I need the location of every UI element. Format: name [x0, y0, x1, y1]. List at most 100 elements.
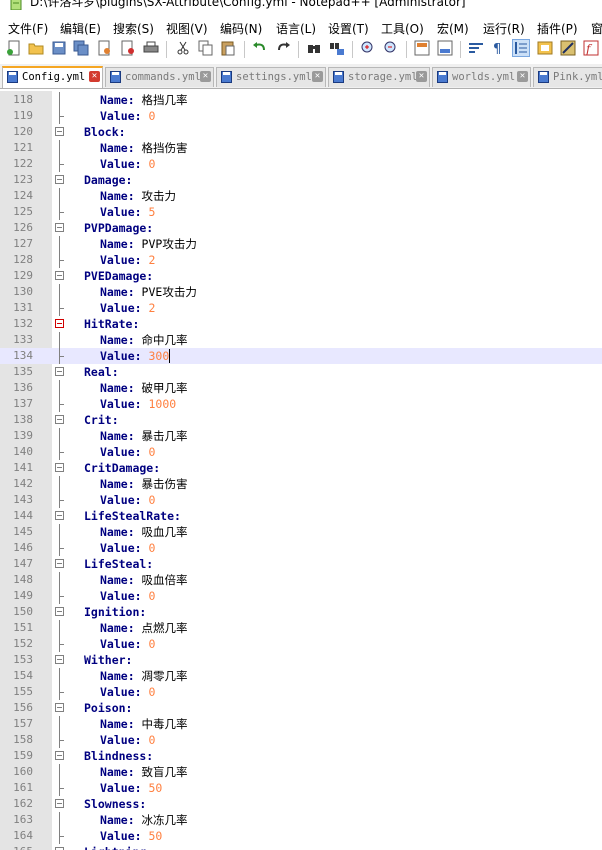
code-line[interactable]: 135 Real: [0, 364, 602, 380]
menu-encoding[interactable]: 编码(N) [220, 21, 262, 37]
tab-worlds-yml[interactable]: worlds.yml ✕ [432, 67, 531, 87]
fold-toggle-icon[interactable] [55, 703, 64, 712]
code-line[interactable]: 150 Ignition: [0, 604, 602, 620]
code-line[interactable]: 155 Value: 0 [0, 684, 602, 700]
code-line[interactable]: 158 Value: 0 [0, 732, 602, 748]
paste-icon[interactable] [220, 40, 236, 56]
code-line[interactable]: 122 Value: 0 [0, 156, 602, 172]
zoom-in-icon[interactable] [360, 40, 376, 56]
doc-map-icon[interactable] [537, 40, 553, 56]
replace-icon[interactable] [329, 40, 345, 56]
fold-toggle-icon[interactable] [55, 751, 64, 760]
tab-pink-yml[interactable]: Pink.yml [533, 67, 602, 87]
find-icon[interactable] [306, 40, 322, 56]
code-line[interactable]: 121 Name: 格挡伤害 [0, 140, 602, 156]
code-line[interactable]: 120 Block: [0, 124, 602, 140]
code-line[interactable]: 145 Name: 吸血几率 [0, 524, 602, 540]
function-list-icon[interactable] [560, 40, 576, 56]
code-line[interactable]: 154 Name: 凋零几率 [0, 668, 602, 684]
tab-config-yml[interactable]: Config.yml ✕ [2, 66, 103, 88]
menu-view[interactable]: 视图(V) [166, 21, 208, 37]
code-line[interactable]: 156 Poison: [0, 700, 602, 716]
close-tab-icon[interactable]: ✕ [517, 71, 528, 82]
code-line[interactable]: 132 HitRate: [0, 316, 602, 332]
code-line[interactable]: 159 Blindness: [0, 748, 602, 764]
menu-window[interactable]: 窗 [591, 21, 602, 37]
code-line[interactable]: 137 Value: 1000 [0, 396, 602, 412]
code-line[interactable]: 138 Crit: [0, 412, 602, 428]
code-line[interactable]: 140 Value: 0 [0, 444, 602, 460]
fold-toggle-icon[interactable] [55, 655, 64, 664]
sync-horizontal-icon[interactable] [437, 40, 453, 56]
close-tab-icon[interactable]: ✕ [312, 71, 323, 82]
indent-guide-icon[interactable] [512, 39, 530, 57]
menu-file[interactable]: 文件(F) [8, 21, 48, 37]
menu-run[interactable]: 运行(R) [483, 21, 525, 37]
code-line[interactable]: 165 Lightning: [0, 844, 602, 850]
fold-toggle-icon[interactable] [55, 223, 64, 232]
code-line[interactable]: 161 Value: 50 [0, 780, 602, 796]
tab-settings-yml[interactable]: settings.yml ✕ [216, 67, 326, 87]
copy-icon[interactable] [198, 40, 214, 56]
code-line[interactable]: 136 Name: 破甲几率 [0, 380, 602, 396]
fold-toggle-icon[interactable] [55, 127, 64, 136]
zoom-out-icon[interactable] [383, 40, 399, 56]
code-line[interactable]: 119 Value: 0 [0, 108, 602, 124]
code-line[interactable]: 144 LifeStealRate: [0, 508, 602, 524]
tab-commands-yml[interactable]: commands.yml ✕ [105, 67, 214, 87]
code-line[interactable]: 148 Name: 吸血倍率 [0, 572, 602, 588]
close-tab-icon[interactable]: ✕ [416, 71, 427, 82]
code-line[interactable]: 127 Name: PVP攻击力 [0, 236, 602, 252]
fold-toggle-icon[interactable] [55, 319, 64, 328]
fold-toggle-icon[interactable] [55, 175, 64, 184]
save-icon[interactable] [51, 40, 67, 56]
code-line[interactable]: 157 Name: 中毒几率 [0, 716, 602, 732]
code-line[interactable]: 139 Name: 暴击几率 [0, 428, 602, 444]
code-line[interactable]: 152 Value: 0 [0, 636, 602, 652]
menu-macro[interactable]: 宏(M) [437, 21, 469, 37]
cut-icon[interactable] [175, 40, 191, 56]
word-wrap-icon[interactable] [468, 40, 484, 56]
code-line[interactable]: 123 Damage: [0, 172, 602, 188]
fold-toggle-icon[interactable] [55, 607, 64, 616]
code-line[interactable]: 141 CritDamage: [0, 460, 602, 476]
code-line[interactable]: 142 Name: 暴击伤害 [0, 476, 602, 492]
code-line[interactable]: 130 Name: PVE攻击力 [0, 284, 602, 300]
fold-toggle-icon[interactable] [55, 463, 64, 472]
code-line[interactable]: 151 Name: 点燃几率 [0, 620, 602, 636]
menu-edit[interactable]: 编辑(E) [60, 21, 101, 37]
code-line[interactable]: 164 Value: 50 [0, 828, 602, 844]
code-line[interactable]: 146 Value: 0 [0, 540, 602, 556]
menu-language[interactable]: 语言(L) [276, 21, 316, 37]
fold-toggle-icon[interactable] [55, 415, 64, 424]
fold-toggle-icon[interactable] [55, 559, 64, 568]
fold-toggle-icon[interactable] [55, 511, 64, 520]
save-all-icon[interactable] [73, 40, 89, 56]
code-line[interactable]: 153 Wither: [0, 652, 602, 668]
code-line[interactable]: 149 Value: 0 [0, 588, 602, 604]
fold-toggle-icon[interactable] [55, 271, 64, 280]
print-icon[interactable] [143, 40, 159, 56]
code-line[interactable]: 128 Value: 2 [0, 252, 602, 268]
code-line[interactable]: 147 LifeSteal: [0, 556, 602, 572]
close-all-icon[interactable] [120, 40, 136, 56]
close-tab-icon[interactable]: ✕ [200, 71, 211, 82]
code-line[interactable]: 126 PVPDamage: [0, 220, 602, 236]
fold-toggle-icon[interactable] [55, 367, 64, 376]
menu-plugins[interactable]: 插件(P) [537, 21, 578, 37]
code-line[interactable]: 131 Value: 2 [0, 300, 602, 316]
code-line[interactable]: 133 Name: 命中几率 [0, 332, 602, 348]
code-line[interactable]: 163 Name: 冰冻几率 [0, 812, 602, 828]
menu-settings[interactable]: 设置(T) [328, 21, 369, 37]
code-editor[interactable]: 118 Name: 格挡几率 119 Value: 0 120 Block: 121 Name… [0, 91, 602, 850]
new-file-icon[interactable] [6, 40, 22, 56]
undo-icon[interactable] [252, 40, 268, 56]
macro-record-icon[interactable]: f [583, 40, 599, 56]
open-file-icon[interactable] [28, 40, 44, 56]
close-icon[interactable] [96, 40, 112, 56]
current-line[interactable]: 134 Value: 300 [0, 348, 602, 364]
close-tab-icon[interactable]: ✕ [89, 71, 100, 82]
code-line[interactable]: 160 Name: 致盲几率 [0, 764, 602, 780]
show-all-chars-icon[interactable]: ¶ [490, 40, 506, 56]
code-line[interactable]: 124 Name: 攻击力 [0, 188, 602, 204]
